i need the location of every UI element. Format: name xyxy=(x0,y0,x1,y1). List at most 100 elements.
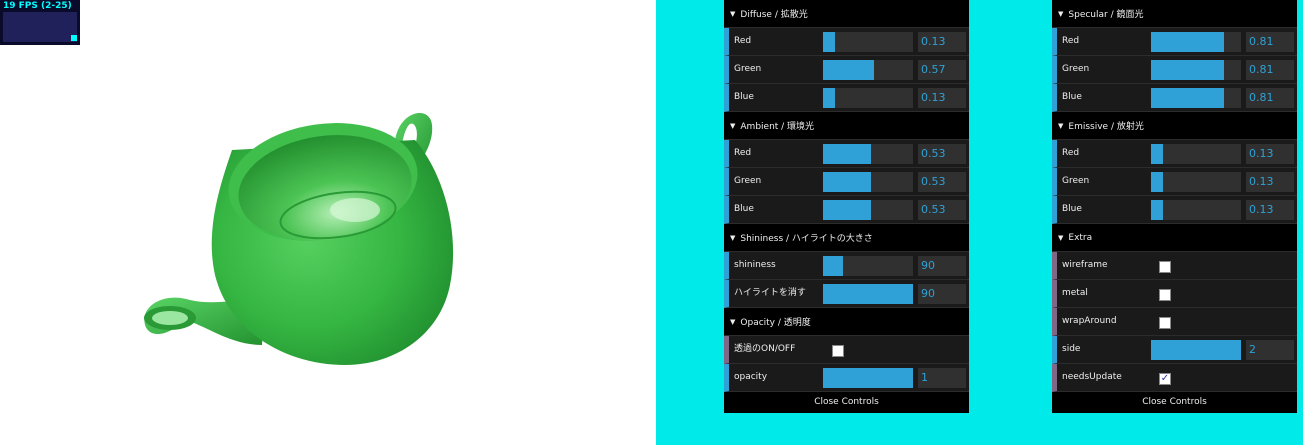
caret-down-icon: ▼ xyxy=(1058,233,1064,242)
slider[interactable] xyxy=(1151,144,1241,164)
folder-title: Extra xyxy=(1068,232,1093,243)
slider-fill xyxy=(823,256,844,276)
number-input[interactable]: 0.81 xyxy=(1246,60,1294,80)
control-ambient-red: Red 0.53 xyxy=(724,140,969,168)
folder-extra[interactable]: ▼ Extra xyxy=(1052,224,1297,252)
checkbox[interactable] xyxy=(1159,261,1171,273)
control-label: Blue xyxy=(1062,92,1082,102)
slider[interactable] xyxy=(823,172,913,192)
number-input[interactable]: 0.53 xyxy=(918,144,966,164)
control-label: wireframe xyxy=(1062,260,1108,270)
control-label: Blue xyxy=(1062,204,1082,214)
slider-fill xyxy=(1151,32,1224,52)
control-diffuse-red: Red 0.13 xyxy=(724,28,969,56)
number-input[interactable]: 90 xyxy=(918,256,966,276)
number-input[interactable]: 1 xyxy=(918,368,966,388)
slider-fill xyxy=(823,144,871,164)
controls-panel-right: ▼ Specular / 鏡面光 Red 0.81 Green 0.81 Blue… xyxy=(1052,0,1297,413)
control-label: Green xyxy=(1062,176,1090,186)
control-specular-green: Green 0.81 xyxy=(1052,56,1297,84)
slider[interactable] xyxy=(1151,340,1241,360)
folder-diffuse[interactable]: ▼ Diffuse / 拡散光 xyxy=(724,0,969,28)
control-label: shininess xyxy=(734,260,776,270)
control-ambient-blue: Blue 0.53 xyxy=(724,196,969,224)
checkbox[interactable] xyxy=(1159,317,1171,329)
number-input[interactable]: 90 xyxy=(918,284,966,304)
folder-emissive[interactable]: ▼ Emissive / 放射光 xyxy=(1052,112,1297,140)
folder-opacity[interactable]: ▼ Opacity / 透明度 xyxy=(724,308,969,336)
caret-down-icon: ▼ xyxy=(1058,121,1064,130)
number-input[interactable]: 0.13 xyxy=(1246,172,1294,192)
control-specular-red: Red 0.81 xyxy=(1052,28,1297,56)
number-input[interactable]: 0.57 xyxy=(918,60,966,80)
number-input[interactable]: 2 xyxy=(1246,340,1294,360)
control-side: side 2 xyxy=(1052,336,1297,364)
control-diffuse-green: Green 0.57 xyxy=(724,56,969,84)
number-input[interactable]: 0.81 xyxy=(1246,88,1294,108)
slider-fill xyxy=(1151,340,1241,360)
slider[interactable] xyxy=(823,284,913,304)
slider-fill xyxy=(823,284,913,304)
checkbox[interactable] xyxy=(1159,289,1171,301)
control-diffuse-blue: Blue 0.13 xyxy=(724,84,969,112)
control-label: metal xyxy=(1062,288,1088,298)
number-input[interactable]: 0.13 xyxy=(918,88,966,108)
slider[interactable] xyxy=(1151,32,1241,52)
slider-fill xyxy=(1151,200,1163,220)
slider[interactable] xyxy=(1151,88,1241,108)
control-emissive-red: Red 0.13 xyxy=(1052,140,1297,168)
slider[interactable] xyxy=(1151,60,1241,80)
control-label: Green xyxy=(734,64,762,74)
number-input[interactable]: 0.13 xyxy=(1246,144,1294,164)
slider-fill xyxy=(823,60,875,80)
folder-title: Emissive / 放射光 xyxy=(1068,122,1144,132)
slider-fill xyxy=(1151,144,1163,164)
slider-fill xyxy=(823,200,871,220)
checkbox[interactable] xyxy=(832,345,844,357)
slider-fill xyxy=(823,368,913,388)
control-label: side xyxy=(1062,344,1081,354)
folder-shininess[interactable]: ▼ Shininess / ハイライトの大きさ xyxy=(724,224,969,252)
close-controls-button[interactable]: Close Controls xyxy=(724,392,969,413)
control-label: opacity xyxy=(734,372,768,382)
fps-meter[interactable]: 19 FPS (2-25) xyxy=(0,0,80,45)
controls-panel-left: ▼ Diffuse / 拡散光 Red 0.13 Green 0.57 Blue … xyxy=(724,0,969,413)
folder-specular[interactable]: ▼ Specular / 鏡面光 xyxy=(1052,0,1297,28)
folder-title: Specular / 鏡面光 xyxy=(1068,10,1144,20)
slider[interactable] xyxy=(823,32,913,52)
caret-down-icon: ▼ xyxy=(730,233,736,242)
folder-title: Shininess / ハイライトの大きさ xyxy=(740,234,873,244)
webgl-viewport[interactable] xyxy=(0,0,656,445)
slider[interactable] xyxy=(823,144,913,164)
control-ambient-green: Green 0.53 xyxy=(724,168,969,196)
teapot-model xyxy=(144,113,454,365)
control-label: Red xyxy=(734,148,752,158)
folder-title: Opacity / 透明度 xyxy=(740,318,811,328)
slider[interactable] xyxy=(1151,172,1241,192)
slider[interactable] xyxy=(823,60,913,80)
slider[interactable] xyxy=(823,88,913,108)
control-needs-update: needsUpdate ✓ xyxy=(1052,364,1297,392)
slider[interactable] xyxy=(1151,200,1241,220)
control-label: Red xyxy=(734,36,752,46)
control-emissive-green: Green 0.13 xyxy=(1052,168,1297,196)
slider-fill xyxy=(1151,172,1163,192)
control-emissive-blue: Blue 0.13 xyxy=(1052,196,1297,224)
slider-fill xyxy=(823,88,835,108)
number-input[interactable]: 0.53 xyxy=(918,200,966,220)
control-label: needsUpdate xyxy=(1062,372,1122,382)
folder-ambient[interactable]: ▼ Ambient / 環境光 xyxy=(724,112,969,140)
slider[interactable] xyxy=(823,256,913,276)
number-input[interactable]: 0.81 xyxy=(1246,32,1294,52)
number-input[interactable]: 0.13 xyxy=(918,32,966,52)
slider[interactable] xyxy=(823,368,913,388)
number-input[interactable]: 0.53 xyxy=(918,172,966,192)
control-shininess: shininess 90 xyxy=(724,252,969,280)
control-label: Red xyxy=(1062,148,1080,158)
close-controls-button[interactable]: Close Controls xyxy=(1052,392,1297,413)
slider-fill xyxy=(1151,60,1224,80)
slider[interactable] xyxy=(823,200,913,220)
caret-down-icon: ▼ xyxy=(730,9,736,18)
number-input[interactable]: 0.13 xyxy=(1246,200,1294,220)
checkbox[interactable]: ✓ xyxy=(1159,373,1171,385)
